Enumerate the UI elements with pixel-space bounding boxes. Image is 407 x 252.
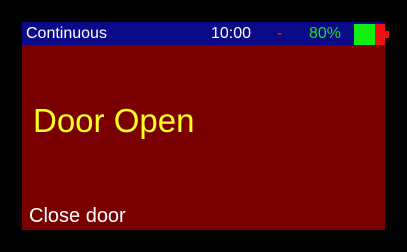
status-bar: Continuous 10:00 - 80% <box>22 22 389 45</box>
battery-empty-segment <box>375 24 385 45</box>
battery-percentage: 80% <box>309 25 342 42</box>
battery-fill <box>354 24 375 45</box>
battery-tip <box>385 31 389 38</box>
display-screen: Continuous 10:00 - 80% Door Open Close d… <box>22 22 389 230</box>
device-frame: Continuous 10:00 - 80% Door Open Close d… <box>0 0 407 252</box>
status-separator: - <box>277 25 283 42</box>
close-door-action[interactable]: Close door <box>29 205 126 228</box>
clock-time: 10:00 <box>211 25 252 42</box>
door-status-message: Door Open <box>33 102 195 139</box>
battery-icon <box>354 24 389 45</box>
mode-label: Continuous <box>26 25 107 42</box>
